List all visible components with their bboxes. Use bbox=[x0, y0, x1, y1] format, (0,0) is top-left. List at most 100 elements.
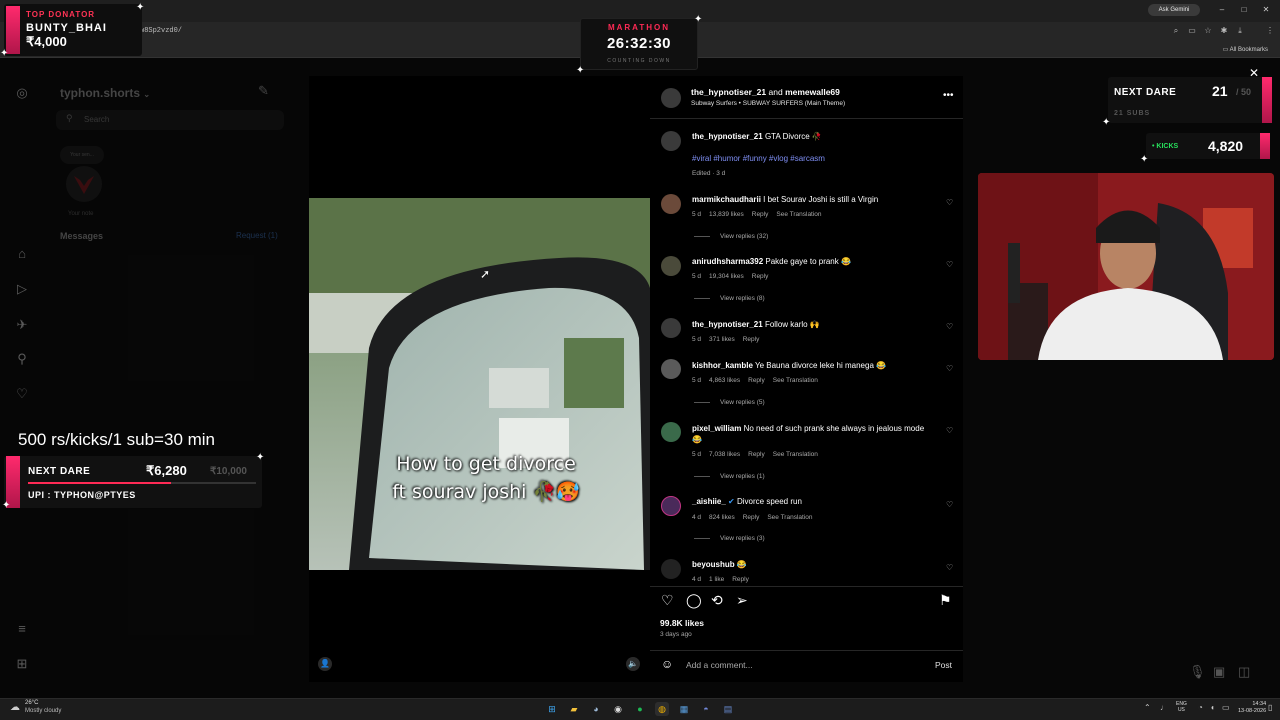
zoom-icon[interactable]: ⌕ bbox=[1171, 26, 1181, 36]
steam-icon[interactable]: ◕ bbox=[589, 702, 603, 716]
cast-icon[interactable]: ▭ bbox=[1187, 26, 1197, 36]
app-icon[interactable]: ▦ bbox=[677, 702, 691, 716]
obs-icon[interactable]: ◉ bbox=[611, 702, 625, 716]
view-replies-button[interactable]: View replies (5) bbox=[694, 399, 765, 406]
url-text[interactable]: w8Sp2vzd0/ bbox=[140, 27, 182, 35]
like-comment-icon[interactable]: ♡ bbox=[946, 260, 953, 269]
avatar[interactable] bbox=[661, 359, 681, 379]
all-bookmarks-link[interactable]: ▭ All Bookmarks bbox=[1223, 46, 1268, 53]
image-icon[interactable]: ▣ bbox=[1213, 664, 1225, 680]
app-icon[interactable]: ▤ bbox=[721, 702, 735, 716]
donation-progress-fill bbox=[28, 482, 172, 484]
chrome-icon[interactable]: ◍ bbox=[655, 702, 669, 716]
avatar[interactable] bbox=[661, 559, 681, 579]
weather-icon[interactable]: ☁ bbox=[10, 702, 20, 713]
weather-temp[interactable]: 26°C bbox=[25, 700, 38, 706]
list-item: beyoushub 😂 bbox=[692, 560, 747, 569]
avatar[interactable] bbox=[661, 88, 681, 108]
sparkle-icon: ✦ bbox=[256, 452, 265, 463]
download-icon[interactable]: ⤓ bbox=[1235, 26, 1245, 36]
like-comment-icon[interactable]: ♡ bbox=[946, 563, 953, 572]
reply-button[interactable]: Reply bbox=[752, 211, 769, 218]
sticker-icon[interactable]: ◫ bbox=[1238, 664, 1250, 680]
post-authors[interactable]: the_hypnotiser_21 and memewalle69 bbox=[691, 87, 840, 97]
see-translation-button[interactable]: See Translation bbox=[773, 377, 818, 384]
mute-icon[interactable]: 🔈 bbox=[626, 657, 640, 671]
like-comment-icon[interactable]: ♡ bbox=[946, 426, 953, 435]
sparkle-icon: ✦ bbox=[1140, 154, 1149, 165]
like-comment-icon[interactable]: ♡ bbox=[946, 322, 953, 331]
see-translation-button[interactable]: See Translation bbox=[767, 514, 812, 521]
reply-button[interactable]: Reply bbox=[748, 377, 765, 384]
see-translation-button[interactable]: See Translation bbox=[776, 211, 821, 218]
avatar[interactable] bbox=[661, 422, 681, 442]
hashtags[interactable]: #viral #humor #funny #vlog #sarcasm bbox=[692, 154, 825, 163]
folder-icon: ▭ bbox=[1222, 47, 1230, 53]
microphone-tray-icon[interactable]: ♩ bbox=[1160, 703, 1168, 712]
emoji-icon[interactable]: ☺ bbox=[661, 657, 673, 671]
bookmark-icon[interactable]: ⚑ bbox=[939, 592, 952, 609]
avatar[interactable] bbox=[661, 496, 681, 516]
maximize-button[interactable]: □ bbox=[1238, 4, 1250, 16]
star-icon[interactable]: ☆ bbox=[1203, 26, 1213, 36]
language-indicator[interactable]: ENG US bbox=[1176, 701, 1187, 713]
close-window-button[interactable]: ✕ bbox=[1260, 4, 1272, 16]
donation-amount: ₹6,280 bbox=[146, 463, 187, 478]
view-replies-button[interactable]: View replies (3) bbox=[694, 535, 765, 542]
post-comment-button[interactable]: Post bbox=[935, 660, 952, 670]
weather-description[interactable]: Mostly cloudy bbox=[25, 708, 61, 714]
more-options-icon[interactable]: ••• bbox=[943, 90, 954, 101]
overlay-accent bbox=[6, 6, 20, 54]
reply-button[interactable]: Reply bbox=[743, 514, 760, 521]
tray-chevron-icon[interactable]: ⌃ bbox=[1144, 703, 1151, 712]
top-donator-title: TOP DONATOR bbox=[26, 10, 96, 19]
reply-button[interactable]: Reply bbox=[732, 576, 749, 583]
reply-button[interactable]: Reply bbox=[752, 273, 769, 280]
file-explorer-icon[interactable]: ▰ bbox=[567, 702, 581, 716]
comment-meta: 5 d 7,038 likes Reply See Translation bbox=[692, 451, 818, 458]
extensions-icon[interactable]: ✱ bbox=[1219, 26, 1229, 36]
like-comment-icon[interactable]: ♡ bbox=[946, 364, 953, 373]
audio-track-link[interactable]: Subway Surfers • SUBWAY SURFERS (Main Th… bbox=[691, 100, 845, 107]
battery-icon[interactable]: ▭ bbox=[1222, 703, 1230, 712]
add-comment-input[interactable]: Add a comment... bbox=[686, 660, 753, 670]
see-translation-button[interactable]: See Translation bbox=[773, 451, 818, 458]
reply-button[interactable]: Reply bbox=[743, 336, 760, 343]
avatar[interactable] bbox=[661, 194, 681, 214]
like-comment-icon[interactable]: ♡ bbox=[946, 198, 953, 207]
like-comment-icon[interactable]: ♡ bbox=[946, 500, 953, 509]
list-item: marmikchaudharii I bet Sourav Joshi is s… bbox=[692, 195, 879, 204]
likes-count[interactable]: 99.8K likes bbox=[660, 618, 704, 628]
comment-icon[interactable]: ◯ bbox=[686, 592, 702, 609]
share-icon[interactable]: ➢ bbox=[736, 592, 748, 609]
view-replies-button[interactable]: View replies (8) bbox=[694, 295, 765, 302]
comment-meta: 5 d 19,304 likes Reply bbox=[692, 273, 769, 280]
avatar[interactable] bbox=[661, 318, 681, 338]
start-icon[interactable]: ⊞ bbox=[545, 702, 559, 716]
volume-icon[interactable]: ◖ bbox=[1210, 703, 1215, 712]
system-clock[interactable]: 14:34 13-08-2026 bbox=[1238, 701, 1266, 715]
view-replies-button[interactable]: View replies (32) bbox=[694, 233, 768, 240]
next-dare-count: 21 bbox=[1212, 83, 1228, 99]
donation-goal: ₹10,000 bbox=[210, 466, 247, 477]
tagged-user-icon[interactable]: 👤 bbox=[318, 657, 332, 671]
top-donator-name: BUNTY_BHAI bbox=[26, 22, 107, 34]
view-replies-button[interactable]: View replies (1) bbox=[694, 473, 765, 480]
ask-gemini-button[interactable]: Ask Gemini bbox=[1148, 4, 1200, 16]
author-caption: the_hypnotiser_21 GTA Divorce 🥀 bbox=[692, 132, 822, 141]
repost-icon[interactable]: ⟲ bbox=[711, 592, 723, 609]
overlay-accent bbox=[1262, 77, 1272, 123]
reply-button[interactable]: Reply bbox=[748, 451, 765, 458]
notification-icon[interactable]: ▯ bbox=[1268, 703, 1272, 712]
avatar[interactable] bbox=[661, 256, 681, 276]
microphone-icon[interactable]: 🎙 bbox=[1189, 664, 1206, 680]
discord-icon[interactable]: ◓ bbox=[699, 702, 713, 716]
spotify-icon[interactable]: ● bbox=[633, 702, 647, 716]
browser-menu-icon[interactable]: ⋮ bbox=[1265, 26, 1275, 36]
minimize-button[interactable]: – bbox=[1216, 4, 1228, 16]
next-dare-subs: 21 SUBS bbox=[1114, 110, 1151, 117]
avatar[interactable] bbox=[661, 131, 681, 151]
wifi-icon[interactable]: ◔ bbox=[1198, 703, 1203, 712]
like-icon[interactable]: ♡ bbox=[661, 592, 674, 609]
kicks-label: • KICKS bbox=[1152, 143, 1179, 150]
